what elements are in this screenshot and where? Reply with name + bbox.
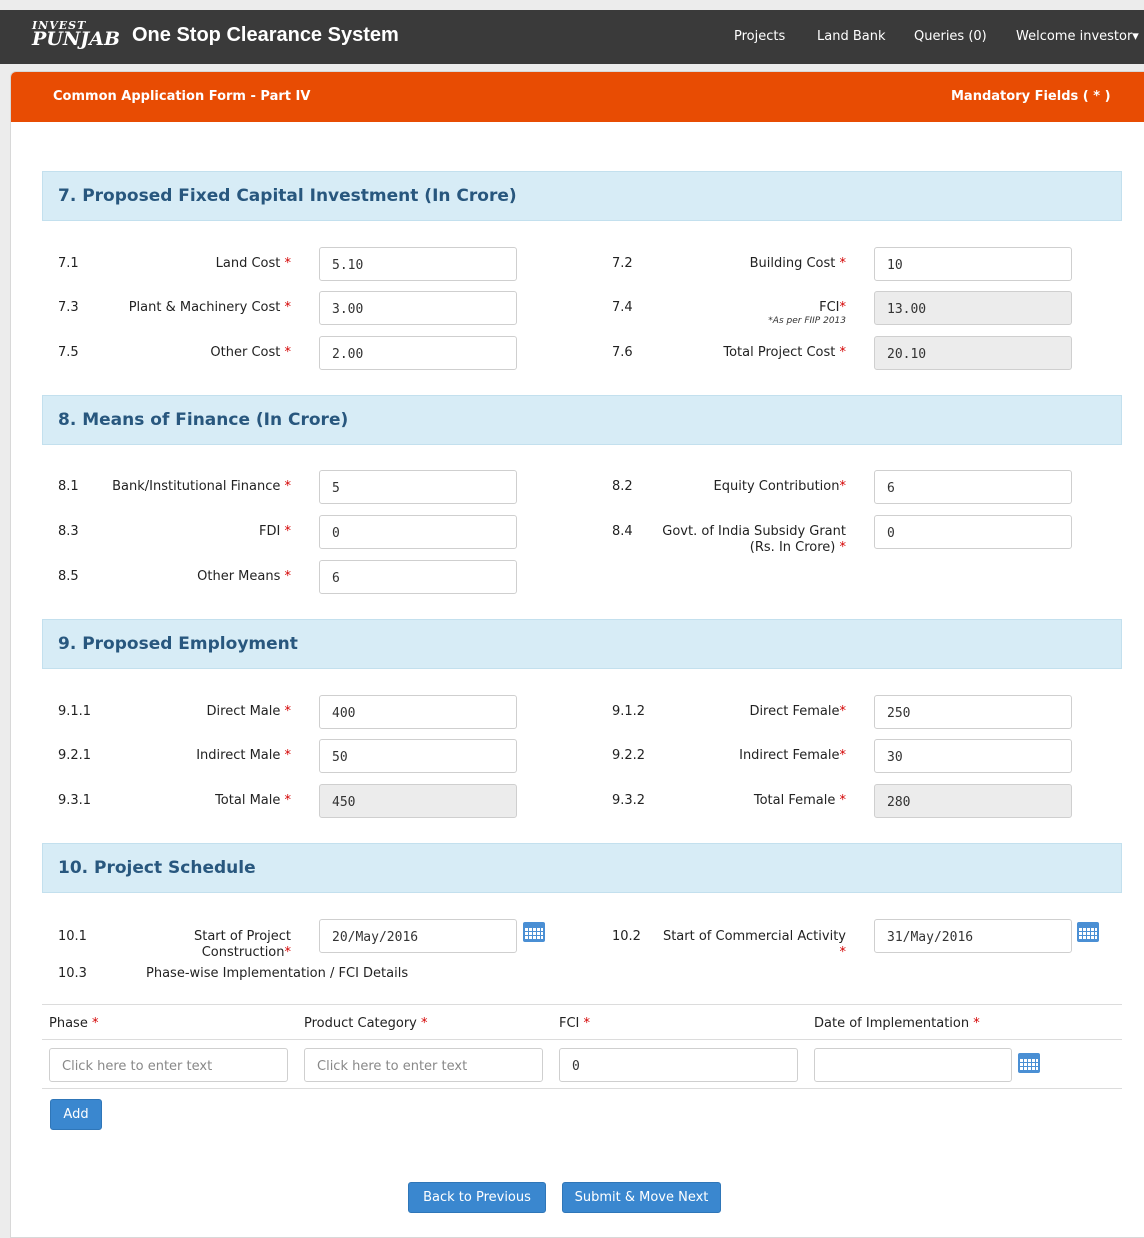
- phase-input[interactable]: Click here to enter text: [49, 1048, 288, 1082]
- building-cost-input[interactable]: 10: [874, 247, 1072, 281]
- mandatory-note: Mandatory Fields ( * ): [951, 89, 1111, 104]
- nav-projects[interactable]: Projects: [734, 29, 785, 44]
- nav-queries[interactable]: Queries (0): [914, 29, 987, 44]
- land-cost-input[interactable]: 5.10: [319, 247, 517, 281]
- form-card: Common Application Form - Part IV Mandat…: [10, 71, 1144, 1238]
- field-number: 7.3: [58, 300, 79, 315]
- section-9-heading: 9. Proposed Employment: [42, 619, 1122, 669]
- label-bank-finance: Bank/Institutional Finance *: [112, 479, 291, 494]
- field-number: 8.4: [612, 524, 633, 539]
- col-header-fci: FCI *: [559, 1016, 591, 1031]
- field-number: 8.3: [58, 524, 79, 539]
- field-number: 9.1.2: [612, 704, 646, 719]
- invest-punjab-logo[interactable]: INVEST PUNJAB: [32, 20, 121, 56]
- label-indirect-female: Indirect Female*: [739, 748, 846, 763]
- app-title: One Stop Clearance System: [132, 24, 399, 46]
- subsidy-grant-input[interactable]: 0: [874, 515, 1072, 549]
- calendar-icon[interactable]: [1018, 1053, 1040, 1073]
- top-navbar: INVEST PUNJAB One Stop Clearance System …: [0, 10, 1144, 64]
- field-number: 7.6: [612, 345, 633, 360]
- calendar-icon[interactable]: [523, 922, 545, 942]
- field-number: 9.2.1: [58, 748, 92, 763]
- field-number: 10.1: [58, 929, 87, 944]
- table-header-border: [42, 1039, 1122, 1040]
- field-number: 7.1: [58, 256, 79, 271]
- calendar-icon[interactable]: [1077, 922, 1099, 942]
- total-female-field: 280: [874, 784, 1072, 818]
- label-plant-machinery-cost: Plant & Machinery Cost *: [128, 300, 291, 315]
- field-number: 7.4: [612, 300, 633, 315]
- label-fci: FCI* *As per FIIP 2013: [661, 300, 846, 326]
- nav-user-menu[interactable]: Welcome investor▾: [1016, 29, 1139, 44]
- bank-finance-input[interactable]: 5: [319, 470, 517, 504]
- field-number: 9.2.2: [612, 748, 646, 763]
- table-top-border: [42, 1004, 1122, 1005]
- indirect-male-input[interactable]: 50: [319, 739, 517, 773]
- fci-readonly-field: 13.00: [874, 291, 1072, 325]
- field-number: 8.2: [612, 479, 633, 494]
- total-male-field: 450: [319, 784, 517, 818]
- form-title: Common Application Form - Part IV: [53, 89, 311, 104]
- label-direct-male: Direct Male *: [206, 704, 291, 719]
- add-phase-button[interactable]: Add: [50, 1099, 102, 1130]
- field-number: 8.5: [58, 569, 79, 584]
- submit-move-next-button[interactable]: Submit & Move Next: [562, 1182, 721, 1213]
- phase-fci-input[interactable]: 0: [559, 1048, 798, 1082]
- field-number: 9.3.2: [612, 793, 646, 808]
- label-total-project-cost: Total Project Cost *: [723, 345, 846, 360]
- back-to-previous-button[interactable]: Back to Previous: [408, 1182, 546, 1213]
- equity-contribution-input[interactable]: 6: [874, 470, 1072, 504]
- field-number: 10.2: [612, 929, 641, 944]
- label-total-male: Total Male *: [215, 793, 291, 808]
- field-number: 9.3.1: [58, 793, 92, 808]
- col-header-product-category: Product Category *: [304, 1016, 428, 1031]
- field-number: 7.5: [58, 345, 79, 360]
- other-means-input[interactable]: 6: [319, 560, 517, 594]
- label-other-means: Other Means *: [197, 569, 291, 584]
- fdi-input[interactable]: 0: [319, 515, 517, 549]
- logo-line2: PUNJAB: [32, 28, 121, 50]
- form-header: Common Application Form - Part IV Mandat…: [11, 72, 1144, 122]
- label-start-commercial-activity: Start of Commercial Activity *: [662, 929, 846, 960]
- start-commercial-date-input[interactable]: 31/May/2016: [874, 919, 1072, 953]
- field-number: 10.3: [58, 966, 87, 981]
- section-10-heading: 10. Project Schedule: [42, 843, 1122, 893]
- start-construction-date-input[interactable]: 20/May/2016: [319, 919, 517, 953]
- indirect-female-input[interactable]: 30: [874, 739, 1072, 773]
- implementation-date-input[interactable]: [814, 1048, 1012, 1082]
- field-number: 7.2: [612, 256, 633, 271]
- direct-male-input[interactable]: 400: [319, 695, 517, 729]
- fci-note: *As per FIIP 2013: [768, 316, 846, 326]
- total-project-cost-field: 20.10: [874, 336, 1072, 370]
- other-cost-input[interactable]: 2.00: [319, 336, 517, 370]
- field-number: 8.1: [58, 479, 79, 494]
- label-direct-female: Direct Female*: [749, 704, 846, 719]
- nav-land-bank[interactable]: Land Bank: [817, 29, 886, 44]
- direct-female-input[interactable]: 250: [874, 695, 1072, 729]
- label-subsidy-grant: Govt. of India Subsidy Grant (Rs. In Cror…: [662, 524, 846, 555]
- label-phase-implementation: Phase-wise Implementation / FCI Details: [146, 966, 409, 981]
- col-header-date-of-implementation: Date of Implementation *: [814, 1016, 980, 1031]
- col-header-phase: Phase *: [49, 1016, 99, 1031]
- label-land-cost: Land Cost *: [215, 256, 291, 271]
- table-bottom-border: [42, 1088, 1122, 1089]
- label-start-construction: Start of Project Construction*: [193, 929, 291, 960]
- field-number: 9.1.1: [58, 704, 92, 719]
- section-8-heading: 8. Means of Finance (In Crore): [42, 395, 1122, 445]
- label-fdi: FDI *: [259, 524, 291, 539]
- label-other-cost: Other Cost *: [210, 345, 291, 360]
- label-indirect-male: Indirect Male *: [196, 748, 291, 763]
- plant-machinery-cost-input[interactable]: 3.00: [319, 291, 517, 325]
- section-7-heading: 7. Proposed Fixed Capital Investment (In…: [42, 171, 1122, 221]
- label-equity-contribution: Equity Contribution*: [713, 479, 846, 494]
- label-total-female: Total Female *: [753, 793, 846, 808]
- product-category-input[interactable]: Click here to enter text: [304, 1048, 543, 1082]
- label-building-cost: Building Cost *: [749, 256, 846, 271]
